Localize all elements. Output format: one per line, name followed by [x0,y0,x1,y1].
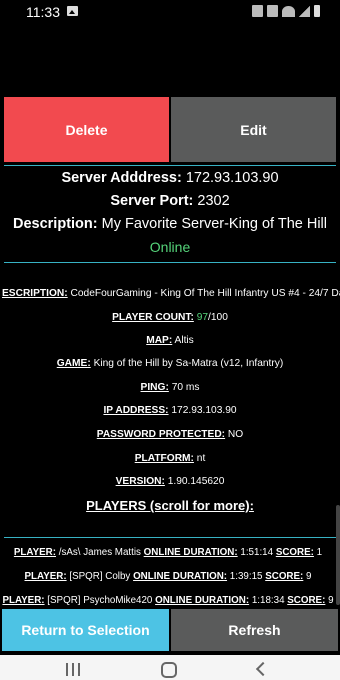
battery-icon [314,5,320,17]
server-status: Online [149,239,191,255]
detail-description-value: CodeFourGaming - King Of The Hill Infant… [70,288,340,299]
divider [4,537,336,538]
detail-map-label: MAP: [146,335,173,346]
detail-password: PASSWORD PROTECTED: NO [0,429,340,440]
detail-platform: PLATFORM: nt [0,453,340,464]
player-label: PLAYER: [2,595,45,606]
nfc-icon [252,5,263,17]
edit-button[interactable]: Edit [171,97,336,162]
player-duration-label: ONLINE DURATION: [155,595,250,606]
wifi-icon [282,5,295,17]
player-name: [SPQR] PsychoMike420 [47,595,153,606]
action-buttons: Delete Edit [4,97,336,162]
server-port-value: 2302 [197,193,230,209]
server-address: Server Adddress: 172.93.103.90 [0,167,340,190]
detail-platform-label: PLATFORM: [134,453,194,464]
player-score-label: SCORE: [265,571,304,582]
delete-button[interactable]: Delete [4,97,169,162]
divider [4,165,336,166]
server-port: Server Port: 2302 [0,190,340,213]
detail-map-value: Altis [174,335,194,346]
server-description: Description: My Favorite Server-King of … [0,213,340,236]
detail-player-count-current: 97 [196,312,209,323]
player-duration: 1:18:34 [251,595,285,606]
player-row: PLAYER: [SPQR] PsychoMike420 ONLINE DURA… [0,595,336,606]
server-address-label: Server Adddress: [61,170,182,186]
player-duration: 1:39:15 [229,571,263,582]
detail-player-count-label: PLAYER COUNT: [112,312,194,323]
status-time: 11:33 [26,4,60,20]
recent-apps-icon[interactable] [66,663,80,676]
detail-version: VERSION: 1.90.145620 [0,476,340,487]
players-heading: PLAYERS (scroll for more): [86,498,254,513]
players-scrollbar[interactable] [336,505,340,605]
player-label: PLAYER: [24,571,67,582]
player-row: PLAYER: [SPQR] Colby ONLINE DURATION: 1:… [0,571,336,582]
detail-ping-label: PING: [140,382,169,393]
gallery-notification-icon [67,6,78,16]
status-bar: 11:33 [0,0,340,24]
player-name: [SPQR] Colby [69,571,131,582]
player-row: PLAYER: /sAs\ James Mattis ONLINE DURATI… [0,547,336,558]
player-name: /sAs\ James Mattis [58,547,141,558]
status-icons [252,5,320,17]
server-address-value: 172.93.103.90 [185,170,279,186]
refresh-button[interactable]: Refresh [171,609,338,651]
divider [4,262,336,263]
bottom-buttons: Return to Selection Refresh [2,609,338,651]
detail-description-label: ESCRIPTION: [2,288,68,299]
detail-game: GAME: King of the Hill by Sa-Matra (v12,… [0,358,340,369]
detail-game-value: King of the Hill by Sa-Matra (v12, Infan… [93,358,284,369]
player-score: 1 [316,547,323,558]
detail-player-count-max: /100 [208,312,228,323]
detail-password-value: NO [227,429,244,440]
server-port-label: Server Port: [110,193,194,209]
server-description-label: Description: [13,216,98,232]
player-score: 9 [328,595,334,606]
detail-version-value: 1.90.145620 [167,476,225,487]
detail-ping-value: 70 ms [171,382,200,393]
player-duration-label: ONLINE DURATION: [143,547,238,558]
detail-player-count: PLAYER COUNT: 97/100 [0,312,340,323]
detail-ip-label: IP ADDRESS: [103,405,169,416]
server-description-value: My Favorite Server-King of The Hill [101,216,327,232]
detail-version-label: VERSION: [115,476,165,487]
signal-icon [299,5,310,17]
detail-map: MAP: Altis [0,335,340,346]
return-to-selection-button[interactable]: Return to Selection [2,609,169,651]
back-icon[interactable] [255,661,271,677]
player-duration: 1:51:14 [240,547,274,558]
mute-icon [267,5,278,17]
server-summary: Server Adddress: 172.93.103.90 Server Po… [0,167,340,258]
player-score-label: SCORE: [287,595,326,606]
player-duration-label: ONLINE DURATION: [133,571,228,582]
detail-password-label: PASSWORD PROTECTED: [96,429,226,440]
home-icon[interactable] [161,662,177,678]
detail-platform-value: nt [196,453,206,464]
detail-ip-value: 172.93.103.90 [171,405,237,416]
player-label: PLAYER: [13,547,56,558]
detail-description: ESCRIPTION: CodeFourGaming - King Of The… [2,288,340,299]
player-score-label: SCORE: [275,547,314,558]
player-score: 9 [306,571,312,582]
detail-ping: PING: 70 ms [0,382,340,393]
navigation-bar [0,655,340,680]
detail-ip: IP ADDRESS: 172.93.103.90 [0,405,340,416]
detail-game-label: GAME: [56,358,91,369]
